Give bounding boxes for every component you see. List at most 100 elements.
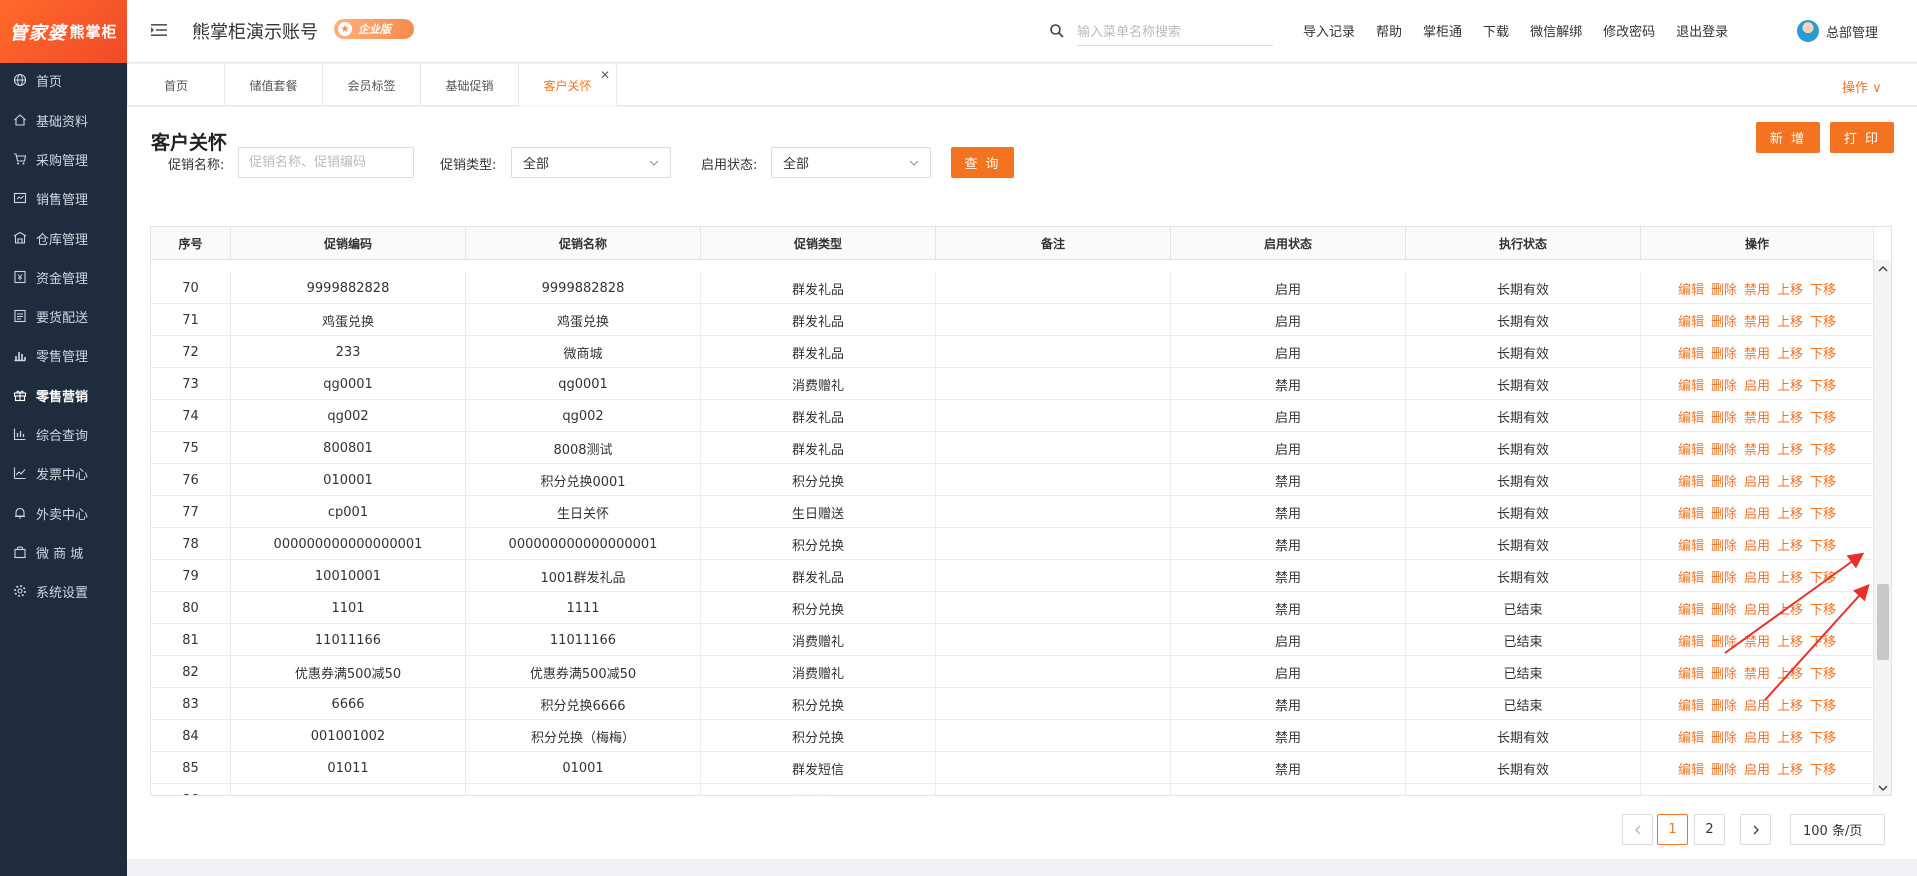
toggle-status-link[interactable]: 启用 bbox=[1744, 727, 1770, 746]
table-row[interactable]: 77 cp001 生日关怀 生日赠送 禁用 长期有效 编辑 删除 启用 上移 下移 bbox=[151, 496, 1874, 528]
delete-link[interactable]: 删除 bbox=[1711, 407, 1737, 426]
delete-link[interactable]: 删除 bbox=[1711, 375, 1737, 394]
page-size-select[interactable]: 100 条/页 bbox=[1790, 814, 1885, 845]
move-down-link[interactable]: 下移 bbox=[1810, 663, 1836, 682]
toggle-status-link[interactable]: 启用 bbox=[1744, 471, 1770, 490]
move-up-link[interactable]: 上移 bbox=[1777, 791, 1803, 796]
prev-page-button[interactable] bbox=[1622, 814, 1653, 845]
delete-link[interactable]: 删除 bbox=[1711, 663, 1737, 682]
menu-toggle-icon[interactable] bbox=[150, 21, 168, 39]
toggle-status-link[interactable]: 禁用 bbox=[1744, 311, 1770, 330]
edit-link[interactable]: 编辑 bbox=[1678, 407, 1704, 426]
move-up-link[interactable]: 上移 bbox=[1777, 663, 1803, 682]
tab[interactable]: 会员标签 bbox=[323, 64, 421, 106]
toggle-status-link[interactable]: 启用 bbox=[1744, 791, 1770, 796]
move-up-link[interactable]: 上移 bbox=[1777, 567, 1803, 586]
move-up-link[interactable]: 上移 bbox=[1777, 407, 1803, 426]
move-down-link[interactable]: 下移 bbox=[1810, 503, 1836, 522]
delete-link[interactable]: 删除 bbox=[1711, 599, 1737, 618]
table-row[interactable]: 81 11011166 11011166 消费赠礼 启用 已结束 编辑 删除 禁用 上移 下移 bbox=[151, 624, 1874, 656]
move-up-link[interactable]: 上移 bbox=[1777, 503, 1803, 522]
edit-link[interactable]: 编辑 bbox=[1678, 279, 1704, 298]
move-up-link[interactable]: 上移 bbox=[1777, 535, 1803, 554]
move-down-link[interactable]: 下移 bbox=[1810, 279, 1836, 298]
edit-link[interactable]: 编辑 bbox=[1678, 791, 1704, 796]
move-down-link[interactable]: 下移 bbox=[1810, 471, 1836, 490]
delete-link[interactable]: 删除 bbox=[1711, 343, 1737, 362]
toggle-status-link[interactable]: 启用 bbox=[1744, 503, 1770, 522]
page-number-button[interactable]: 2 bbox=[1694, 814, 1725, 845]
move-down-link[interactable]: 下移 bbox=[1810, 759, 1836, 778]
toggle-status-link[interactable]: 启用 bbox=[1744, 567, 1770, 586]
table-row[interactable]: 76 010001 积分兑换0001 积分兑换 禁用 长期有效 编辑 删除 启用 上移 下移 bbox=[151, 464, 1874, 496]
scrollbar-thumb[interactable] bbox=[1877, 584, 1889, 660]
move-up-link[interactable]: 上移 bbox=[1777, 311, 1803, 330]
table-row[interactable]: 83 6666 积分兑换6666 积分兑换 禁用 已结束 编辑 删除 启用 上移 下移 bbox=[151, 688, 1874, 720]
move-down-link[interactable]: 下移 bbox=[1810, 535, 1836, 554]
move-down-link[interactable]: 下移 bbox=[1810, 439, 1836, 458]
toggle-status-link[interactable]: 禁用 bbox=[1744, 439, 1770, 458]
edit-link[interactable]: 编辑 bbox=[1678, 375, 1704, 394]
move-up-link[interactable]: 上移 bbox=[1777, 375, 1803, 394]
toggle-status-link[interactable]: 启用 bbox=[1744, 375, 1770, 394]
move-down-link[interactable]: 下移 bbox=[1810, 375, 1836, 394]
promo-name-input[interactable] bbox=[238, 147, 414, 178]
delete-link[interactable]: 删除 bbox=[1711, 631, 1737, 650]
new-button[interactable]: 新 增 bbox=[1756, 122, 1820, 153]
move-down-link[interactable]: 下移 bbox=[1810, 727, 1836, 746]
edit-link[interactable]: 编辑 bbox=[1678, 663, 1704, 682]
move-up-link[interactable]: 上移 bbox=[1777, 759, 1803, 778]
brand-logo[interactable]: 管家婆 熊掌柜 bbox=[0, 0, 127, 63]
table-row[interactable]: 86阿斯达啊啊啊群发礼品 禁用长期有效编辑 删除 启用 上移 下移 bbox=[151, 784, 1874, 796]
next-page-button[interactable] bbox=[1740, 814, 1771, 845]
edit-link[interactable]: 编辑 bbox=[1678, 695, 1704, 714]
edit-link[interactable]: 编辑 bbox=[1678, 343, 1704, 362]
tab[interactable]: 储值套餐 bbox=[225, 64, 323, 106]
move-up-link[interactable]: 上移 bbox=[1777, 471, 1803, 490]
toggle-status-link[interactable]: 禁用 bbox=[1744, 407, 1770, 426]
print-button[interactable]: 打 印 bbox=[1830, 122, 1894, 153]
header-link[interactable]: 导入记录 bbox=[1303, 21, 1355, 40]
move-down-link[interactable]: 下移 bbox=[1810, 791, 1836, 796]
delete-link[interactable]: 删除 bbox=[1711, 279, 1737, 298]
edit-link[interactable]: 编辑 bbox=[1678, 439, 1704, 458]
move-down-link[interactable]: 下移 bbox=[1810, 343, 1836, 362]
move-down-link[interactable]: 下移 bbox=[1810, 631, 1836, 650]
table-row[interactable]: 73 qg0001 qg0001 消费赠礼 禁用 长期有效 编辑 删除 启用 上移 下移 bbox=[151, 368, 1874, 400]
delete-link[interactable]: 删除 bbox=[1711, 727, 1737, 746]
edit-link[interactable]: 编辑 bbox=[1678, 311, 1704, 330]
delete-link[interactable]: 删除 bbox=[1711, 503, 1737, 522]
table-row[interactable]: 70 9999882828 9999882828 群发礼品 启用 长期有效 编辑 删除 禁用 上移… bbox=[151, 272, 1874, 304]
close-icon[interactable]: ✕ bbox=[600, 68, 610, 82]
delete-link[interactable]: 删除 bbox=[1711, 695, 1737, 714]
table-row[interactable]: 85 01011 01001 群发短信 禁用 长期有效 编辑 删除 启用 上移 下移 bbox=[151, 752, 1874, 784]
table-row[interactable]: 80 1101 1111 积分兑换 禁用 已结束 编辑 删除 启用 上移 下移 bbox=[151, 592, 1874, 624]
tab[interactable]: 客户关怀 ✕ bbox=[519, 64, 617, 106]
page-number-button[interactable]: 1 bbox=[1657, 814, 1688, 845]
toggle-status-link[interactable]: 禁用 bbox=[1744, 279, 1770, 298]
move-down-link[interactable]: 下移 bbox=[1810, 407, 1836, 426]
edit-link[interactable]: 编辑 bbox=[1678, 759, 1704, 778]
tab-operations-menu[interactable]: 操作 ∨ bbox=[1842, 77, 1882, 96]
query-button[interactable]: 查 询 bbox=[951, 147, 1014, 178]
chevron-down-icon[interactable] bbox=[1877, 782, 1889, 794]
toggle-status-link[interactable]: 禁用 bbox=[1744, 631, 1770, 650]
table-row[interactable]: 84 001001002 积分兑换（梅梅） 积分兑换 禁用 长期有效 编辑 删除 启用 上移 下移 bbox=[151, 720, 1874, 752]
delete-link[interactable]: 删除 bbox=[1711, 759, 1737, 778]
edit-link[interactable]: 编辑 bbox=[1678, 567, 1704, 586]
toggle-status-link[interactable]: 启用 bbox=[1744, 759, 1770, 778]
table-row[interactable]: 78 000000000000000001 000000000000000001 积分… bbox=[151, 528, 1874, 560]
menu-search-input[interactable] bbox=[1077, 20, 1273, 46]
table-row[interactable]: 72 233 微商城 群发礼品 启用 长期有效 编辑 删除 禁用 上移 下移 bbox=[151, 336, 1874, 368]
move-down-link[interactable]: 下移 bbox=[1810, 311, 1836, 330]
edit-link[interactable]: 编辑 bbox=[1678, 503, 1704, 522]
edit-link[interactable]: 编辑 bbox=[1678, 727, 1704, 746]
table-scrollbar[interactable] bbox=[1873, 260, 1891, 795]
tab[interactable]: 首页 bbox=[127, 64, 225, 106]
header-link[interactable]: 帮助 bbox=[1376, 21, 1402, 40]
toggle-status-link[interactable]: 禁用 bbox=[1744, 663, 1770, 682]
edit-link[interactable]: 编辑 bbox=[1678, 535, 1704, 554]
chevron-up-icon[interactable] bbox=[1877, 263, 1889, 275]
toggle-status-link[interactable]: 启用 bbox=[1744, 535, 1770, 554]
delete-link[interactable]: 删除 bbox=[1711, 567, 1737, 586]
